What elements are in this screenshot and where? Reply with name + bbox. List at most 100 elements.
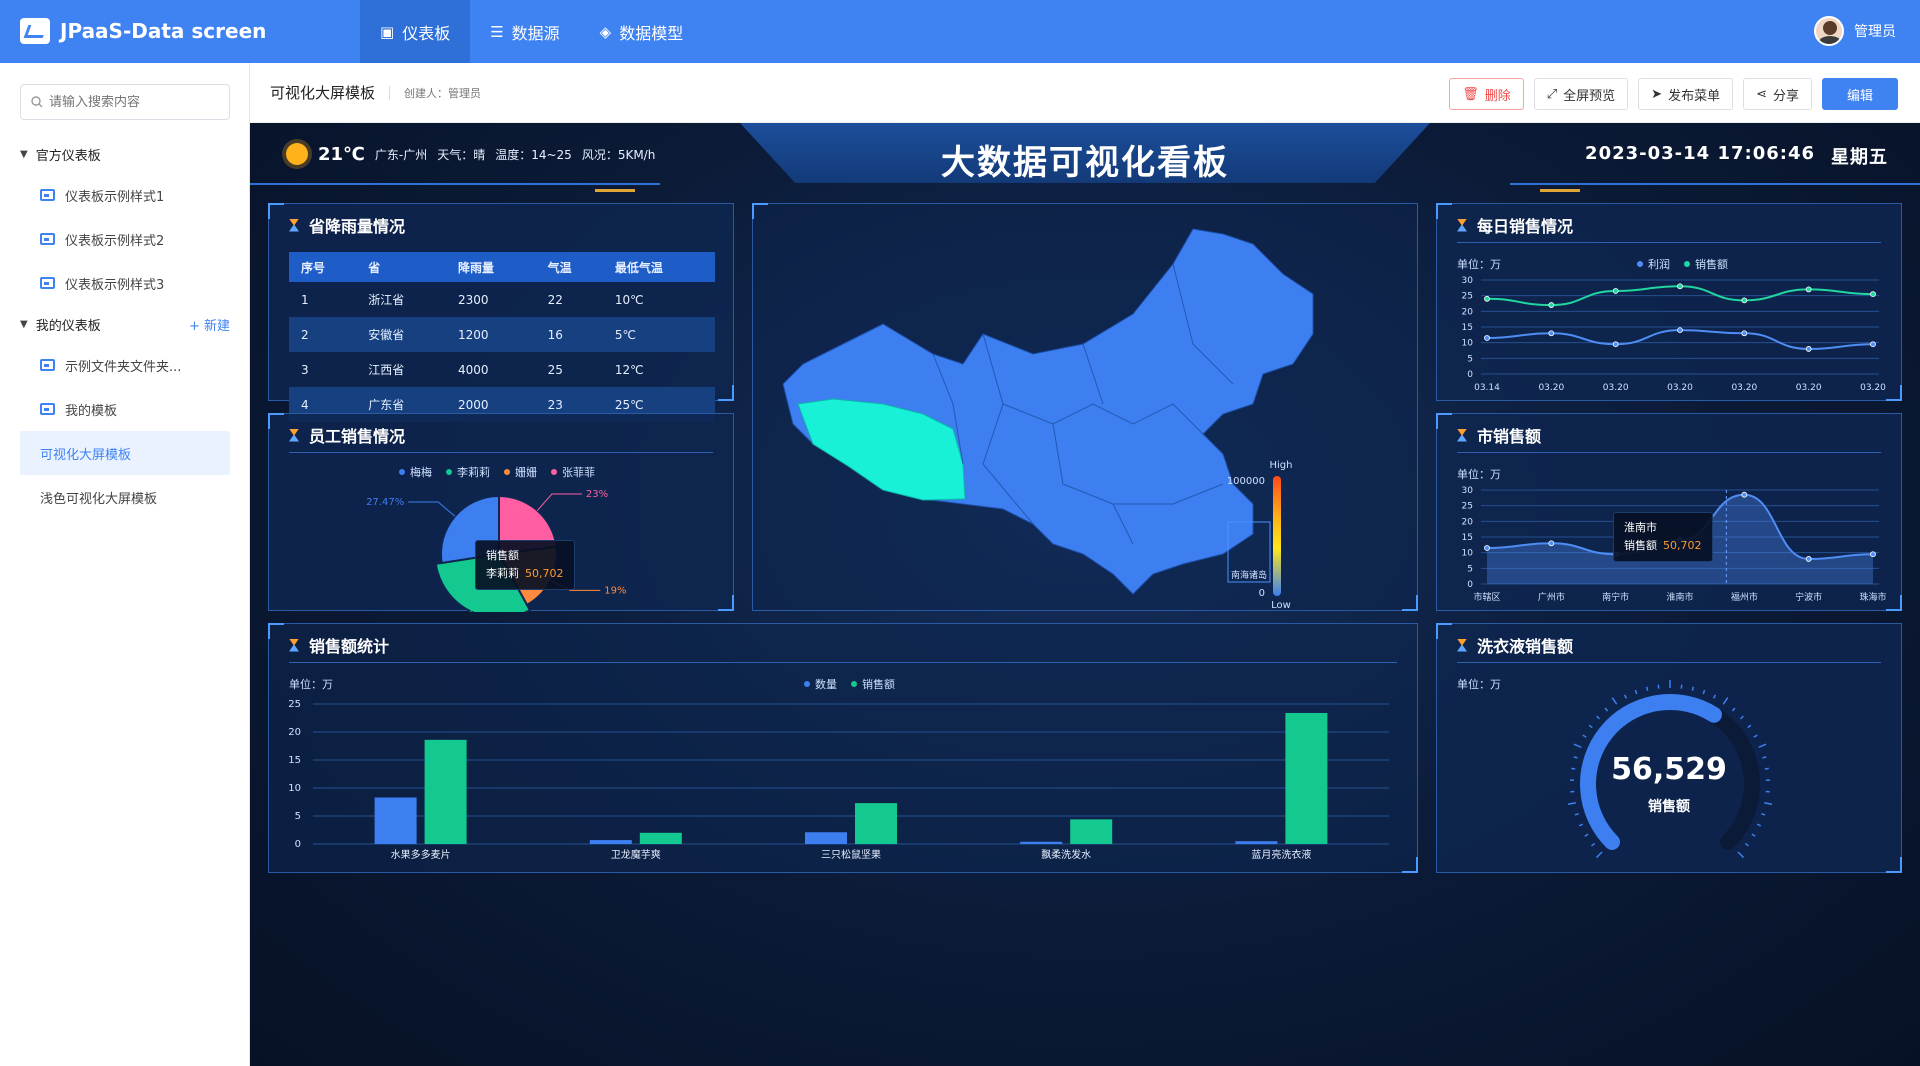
user-menu[interactable]: 管理员 (1814, 16, 1896, 46)
data-point (1741, 330, 1748, 337)
sales-bar-chart: 0 5 10 15 20 25 水果多多麦片 卫龙魔芋爽 三只松鼠坚果 飘柔洗发水 蓝月亮洗衣液 (288, 699, 1389, 861)
x-tick-label: 03.20 (1860, 383, 1886, 393)
tooltip-row: 销售额 50,702 (1624, 537, 1702, 555)
creator-label: 创建人：管理员 (404, 86, 482, 100)
dashboard-tree: ▼ 官方仪表板 仪表板示例样式1 仪表板示例样式2 仪表板示例样式3 ▼ 我的仪… (20, 135, 230, 519)
data-point (1548, 302, 1555, 308)
table-cell: 5℃ (602, 317, 715, 352)
gauge-label: 销售额 (1648, 799, 1690, 815)
gauge-tick (1744, 842, 1749, 847)
y-tick-label: 5 (295, 811, 301, 822)
gauge-tick (1747, 724, 1752, 729)
china-map[interactable]: 南海诸岛 High 100000 0 Low (753, 204, 1419, 612)
table-row: 1 浙江省 2300 22 10℃ (289, 282, 715, 317)
y-tick-label: 0 (295, 839, 301, 850)
map-panel: 南海诸岛 High 100000 0 Low (752, 203, 1418, 611)
table-cell: 4000 (457, 362, 489, 377)
data-point (1741, 297, 1748, 304)
south-sea-label: 南海诸岛 (1231, 569, 1267, 581)
tree-item-label: 仪表板示例样式2 (65, 233, 165, 249)
search-input[interactable] (49, 94, 219, 110)
sun-icon (286, 143, 308, 165)
data-point (1870, 291, 1876, 297)
edit-button[interactable]: 编辑 (1822, 78, 1898, 110)
delete-button[interactable]: 🗑 删除 (1449, 78, 1524, 110)
fullscreen-icon: ⤢ (1546, 86, 1558, 102)
group-official[interactable]: ▼ 官方仪表板 (20, 135, 230, 173)
x-tick-label: 03.20 (1731, 383, 1757, 393)
x-tick-label: 03.20 (1603, 383, 1629, 393)
data-point (1484, 335, 1490, 341)
tree-item-label: 浅色可视化大屏模板 (40, 491, 158, 507)
caret-down-icon: ▼ (20, 148, 28, 160)
gauge-tick (1584, 833, 1589, 837)
tree-item-official-2[interactable]: 仪表板示例样式2 (20, 217, 230, 261)
gauge-tick (1753, 734, 1758, 738)
data-point (1677, 283, 1683, 290)
nav-dashboard[interactable]: ▣ 仪表板 (360, 0, 471, 63)
accent-dash (595, 189, 635, 192)
fullscreen-button[interactable]: ⤢ 全屏预览 (1533, 78, 1629, 110)
dashboard-icon: ▣ (380, 22, 395, 41)
app-title: JPaaS-Data screen (60, 19, 267, 43)
sales-stat-panel: 销售额统计 单位：万 数量 销售额 0 5 10 15 20 25 水果多多麦片 卫龙魔芋爽三… (268, 623, 1418, 873)
weather-text: 天气：晴 (437, 147, 486, 162)
tree-item-label: 可视化大屏模板 (40, 447, 132, 463)
group-mine[interactable]: ▼ 我的仪表板 + 新建 (20, 305, 230, 343)
nav-datamodel[interactable]: ◈ 数据模型 (580, 0, 704, 63)
bar (855, 803, 897, 844)
tree-item-official-3[interactable]: 仪表板示例样式3 (20, 261, 230, 305)
visual-map-max: 100000 (1227, 476, 1265, 487)
y-tick-label: 25 (288, 699, 301, 710)
table-cell: 16 (535, 317, 603, 352)
gauge-tick (1737, 851, 1745, 859)
y-tick-label: 30 (1462, 486, 1474, 496)
publish-button[interactable]: ➤ 发布菜单 (1638, 78, 1734, 110)
tree-item-my-template[interactable]: 我的模板 (20, 387, 230, 431)
bar (1285, 712, 1328, 844)
search-icon (31, 96, 43, 108)
x-tick-label: 三只松鼠坚果 (821, 848, 881, 861)
gauge-tick (1691, 686, 1695, 691)
x-tick-label: 南宁市 (1602, 591, 1629, 603)
main-nav: ▣ 仪表板 ☰ 数据源 ◈ 数据模型 (360, 0, 703, 63)
bar (805, 832, 847, 844)
datetime: 2023-03-14 17:06:46 星期五 (1585, 143, 1888, 169)
tree-item-visual-template[interactable]: 可视化大屏模板 (20, 431, 230, 475)
visual-map-bar[interactable] (1273, 476, 1281, 596)
bar (1070, 819, 1113, 844)
table-cell: 安徽省 (356, 317, 446, 352)
share-button[interactable]: ⋖ 分享 (1743, 78, 1812, 110)
label-leader (408, 501, 456, 517)
rain-title: 省降雨量情况 (289, 213, 405, 237)
tree-item-folder[interactable]: 示例文件夹文件夹... (20, 343, 230, 387)
x-tick-label: 福州市 (1731, 591, 1758, 603)
data-point (1805, 346, 1812, 352)
table-cell: 10℃ (614, 292, 644, 307)
y-tick-label: 0 (1467, 580, 1473, 590)
bar (374, 797, 417, 844)
y-tick-label: 30 (1462, 276, 1474, 286)
tree-item-official-1[interactable]: 仪表板示例样式1 (20, 173, 230, 217)
page-title: 可视化大屏模板 (270, 84, 376, 102)
group-mine-label: 我的仪表板 (35, 318, 101, 334)
share-icon: ⋖ (1756, 86, 1767, 102)
y-tick-label: 15 (1462, 533, 1473, 543)
share-label: 分享 (1772, 88, 1799, 104)
new-dashboard-button[interactable]: + 新建 (189, 315, 230, 334)
publish-label: 发布菜单 (1668, 88, 1721, 104)
y-tick-label: 10 (1462, 549, 1474, 559)
data-point (1484, 545, 1490, 551)
header-actions: 🗑 删除 ⤢ 全屏预览 ➤ 发布菜单 ⋖ 分享 编辑 (1449, 78, 1898, 110)
data-point (1484, 295, 1490, 302)
data-point (1548, 330, 1555, 337)
app-logo[interactable]: JPaaS-Data screen (20, 18, 266, 44)
x-tick-label: 市辖区 (1473, 591, 1500, 603)
send-icon: ➤ (1651, 86, 1663, 102)
tree-item-light-template[interactable]: 浅色可视化大屏模板 (20, 475, 230, 519)
y-tick-label: 0 (1467, 370, 1473, 380)
data-point (1677, 327, 1683, 334)
data-point (1805, 286, 1812, 293)
nav-datasource[interactable]: ☰ 数据源 (470, 0, 579, 63)
table-cell: 浙江省 (368, 293, 405, 307)
